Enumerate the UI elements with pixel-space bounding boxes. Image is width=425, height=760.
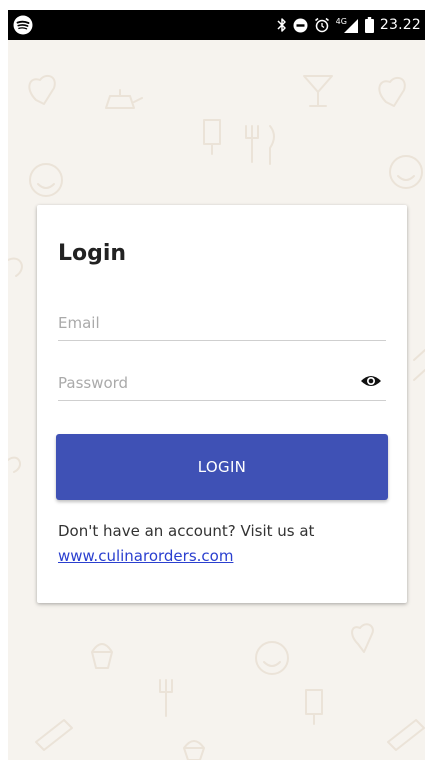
popsicle-doodle <box>305 689 323 725</box>
clock: 23.22 <box>379 17 421 33</box>
cocktail-doodle <box>303 75 333 107</box>
teapot-doodle <box>105 89 143 109</box>
show-password-eye-icon[interactable] <box>360 372 382 390</box>
smiley-doodle <box>389 155 423 189</box>
do-not-disturb-icon <box>293 18 308 33</box>
email-field-container <box>58 310 386 341</box>
website-link[interactable]: www.culinarorders.com <box>58 547 233 565</box>
login-title: Login <box>58 241 127 266</box>
battery-icon <box>364 17 374 33</box>
fork-doodle <box>159 679 173 717</box>
spotify-icon <box>13 15 33 35</box>
bluetooth-icon <box>277 17 287 33</box>
sandwich-doodle <box>35 719 73 751</box>
heart-doodle <box>378 76 406 107</box>
app-screen: 4G 23.22 Login Email LOGIN Don't have an… <box>8 10 425 760</box>
alarm-icon <box>314 17 330 33</box>
password-input[interactable] <box>58 370 338 396</box>
heart-doodle <box>28 74 56 105</box>
signup-prompt-text: Don't have an account? Visit us at <box>58 522 315 540</box>
status-bar: 4G 23.22 <box>8 10 425 40</box>
login-card: Login LOGIN Don't have an account? Visit… <box>37 205 407 603</box>
popsicle-doodle <box>203 119 221 155</box>
signup-prompt: Don't have an account? Visit us at www.c… <box>58 519 388 569</box>
smiley-doodle <box>255 641 289 675</box>
password-field-container <box>58 370 386 401</box>
heart-doodle <box>351 623 374 653</box>
fork-doodle <box>245 125 275 165</box>
signal-icon: 4G <box>335 16 359 33</box>
login-button[interactable]: LOGIN <box>56 434 388 500</box>
cupcake-doodle <box>183 740 205 760</box>
sandwich-doodle <box>387 719 425 751</box>
cupcake-doodle <box>91 643 113 669</box>
network-type: 4G <box>335 16 347 26</box>
email-input[interactable] <box>58 310 338 336</box>
smiley-doodle <box>29 163 63 197</box>
